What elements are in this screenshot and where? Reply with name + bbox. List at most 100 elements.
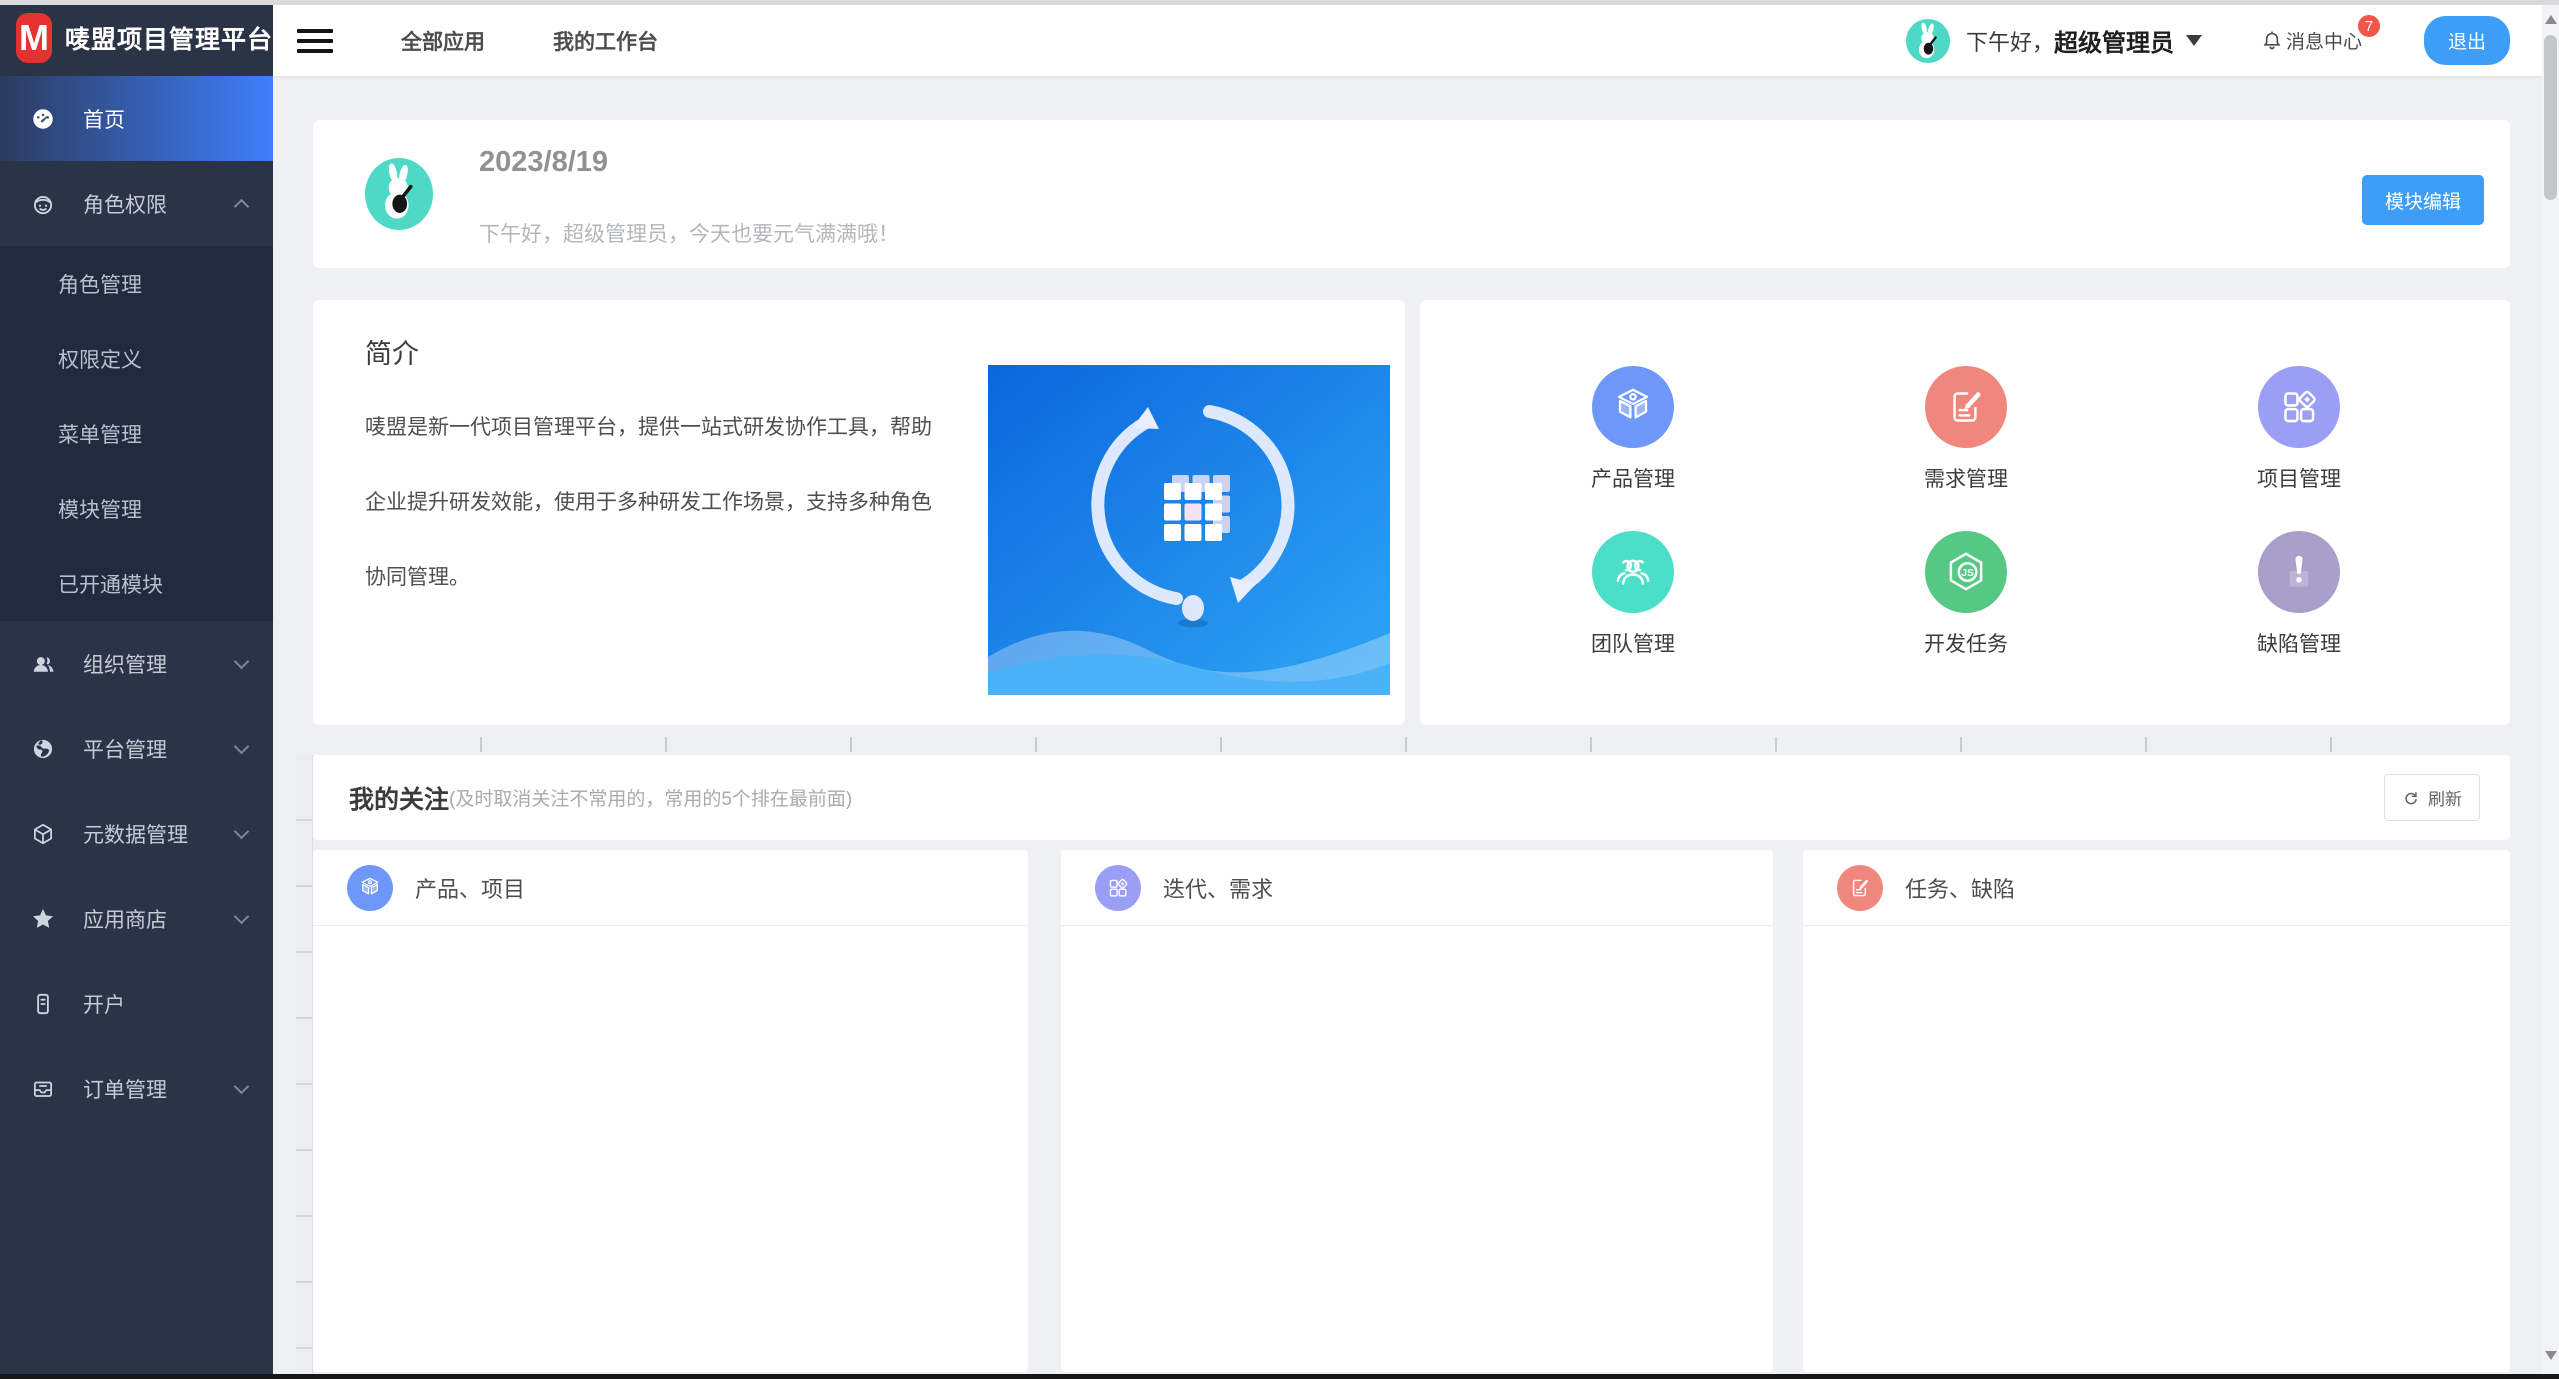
- logout-button[interactable]: 退出: [2424, 16, 2510, 65]
- sidebar-item-label: 首页: [83, 104, 247, 134]
- sidebar-item-label: 角色权限: [83, 189, 236, 219]
- svg-text:JS: JS: [1961, 568, 1974, 579]
- sidebar-item-label: 开户: [83, 989, 247, 1019]
- sidebar-item-role-permissions[interactable]: 角色权限: [0, 161, 273, 246]
- apps-card: 产品管理 需求管理: [1420, 300, 2510, 725]
- scrollbar-thumb[interactable]: [2544, 35, 2557, 200]
- chevron-down-icon: [234, 1078, 250, 1094]
- follow-card-iterations-requirements: 迭代、需求: [1061, 850, 1773, 1372]
- background-grid-strip: [296, 755, 313, 1374]
- logo-m-icon: M: [16, 13, 52, 63]
- module-edit-button[interactable]: 模块编辑: [2362, 175, 2484, 225]
- cube-icon: [356, 874, 384, 902]
- hamburger-menu-icon[interactable]: [297, 23, 333, 59]
- intro-paragraph: 唛盟是新一代项目管理平台，提供一站式研发协作工具，帮助企业提升研发效能，使用于多…: [365, 390, 937, 615]
- sidebar-item-open-account[interactable]: 开户: [0, 961, 273, 1046]
- message-count-badge: 7: [2356, 13, 2382, 39]
- bell-icon: [2260, 29, 2284, 53]
- follow-card-title: 迭代、需求: [1163, 872, 1273, 904]
- welcome-avatar: [365, 158, 433, 230]
- my-follow-title: 我的关注: [349, 780, 449, 816]
- sidebar-item-label: 应用商店: [83, 904, 236, 934]
- team-icon: [1608, 547, 1658, 597]
- message-center-button[interactable]: 消息中心 7: [2260, 27, 2362, 54]
- follow-card-products-projects: 产品、项目: [313, 850, 1028, 1372]
- tab-all-apps[interactable]: 全部应用: [401, 26, 485, 56]
- globe-icon: [30, 736, 56, 762]
- vertical-scrollbar[interactable]: [2542, 5, 2559, 1374]
- app-shortcut-team[interactable]: 团队管理: [1548, 531, 1718, 658]
- header-right-cluster: 下午好，超级管理员 消息中心 7 退出: [1906, 16, 2510, 65]
- sidebar-item-label: 订单管理: [83, 1074, 236, 1104]
- user-menu[interactable]: 下午好，超级管理员: [1966, 23, 2202, 58]
- chevron-up-icon: [234, 199, 250, 215]
- archive-icon: [30, 1076, 56, 1102]
- grid-icon: [2274, 382, 2324, 432]
- follow-card-title: 产品、项目: [415, 872, 525, 904]
- sidebar-subitem-module-management[interactable]: 模块管理: [0, 471, 273, 546]
- sidebar-item-orders[interactable]: 订单管理: [0, 1046, 273, 1131]
- scrollbar-down-arrow-icon[interactable]: [2545, 1351, 2557, 1360]
- background-grid-ticks: [313, 737, 2510, 752]
- sidebar: M 唛盟项目管理平台 首页: [0, 0, 273, 1379]
- star-icon: [30, 906, 56, 932]
- doc-edit-icon: [1846, 874, 1874, 902]
- sidebar-item-metadata[interactable]: 元数据管理: [0, 791, 273, 876]
- app-title: 唛盟项目管理平台: [65, 20, 273, 56]
- sidebar-subitem-permission-definition[interactable]: 权限定义: [0, 321, 273, 396]
- top-header: 全部应用 我的工作台 下午好，超级管理员: [273, 5, 2542, 76]
- robot-icon: [30, 191, 56, 217]
- users-icon: [30, 651, 56, 677]
- greeting-text: 下午好，: [1966, 25, 2054, 57]
- app-shortcut-dev-tasks[interactable]: JS 开发任务: [1881, 531, 2051, 658]
- cube-wireframe-icon: [30, 821, 56, 847]
- app-shortcut-defects[interactable]: 缺陷管理: [2214, 531, 2384, 658]
- app-logo[interactable]: M 唛盟项目管理平台: [0, 0, 273, 76]
- sidebar-item-home[interactable]: 首页: [0, 76, 273, 161]
- sidebar-item-organization[interactable]: 组织管理: [0, 621, 273, 706]
- follow-card-tasks-defects: 任务、缺陷: [1803, 850, 2510, 1372]
- app-shortcut-product[interactable]: 产品管理: [1548, 366, 1718, 493]
- welcome-message: 下午好，超级管理员，今天也要元气满满哦！: [479, 218, 899, 248]
- sidebar-subitem-role-management[interactable]: 角色管理: [0, 246, 273, 321]
- tab-my-workbench[interactable]: 我的工作台: [553, 26, 658, 56]
- my-follow-hint: (及时取消关注不常用的，常用的5个排在最前面): [449, 784, 852, 811]
- app-shortcut-project[interactable]: 项目管理: [2214, 366, 2384, 493]
- refresh-button[interactable]: 刷新: [2384, 774, 2480, 821]
- app-label: 团队管理: [1548, 628, 1718, 658]
- welcome-card: 2023/8/19 下午好，超级管理员，今天也要元气满满哦！ 模块编辑: [313, 120, 2510, 268]
- sidebar-item-app-store[interactable]: 应用商店: [0, 876, 273, 961]
- sidebar-item-platform[interactable]: 平台管理: [0, 706, 273, 791]
- chevron-down-icon: [234, 823, 250, 839]
- app-shortcut-requirements[interactable]: 需求管理: [1881, 366, 2051, 493]
- sidebar-item-label: 元数据管理: [83, 819, 236, 849]
- app-label: 开发任务: [1881, 628, 2051, 658]
- rabbit-avatar-icon: [365, 158, 433, 226]
- scrollbar-up-arrow-icon[interactable]: [2545, 15, 2557, 24]
- chevron-down-icon: [234, 908, 250, 924]
- cube-icon: [1608, 382, 1658, 432]
- follow-card-header: 任务、缺陷: [1803, 850, 2510, 926]
- role-permissions-submenu: 角色管理 权限定义 菜单管理 模块管理 已开通模块: [0, 246, 273, 621]
- app-label: 项目管理: [2214, 463, 2384, 493]
- app-label: 产品管理: [1548, 463, 1718, 493]
- js-hexagon-icon: JS: [1941, 547, 1991, 597]
- sidebar-subitem-menu-management[interactable]: 菜单管理: [0, 396, 273, 471]
- message-center-label: 消息中心: [2286, 27, 2362, 54]
- window-top-border: [0, 0, 2559, 5]
- rabbit-avatar-icon: [1906, 19, 1950, 63]
- username: 超级管理员: [2054, 23, 2174, 58]
- exclamation-icon: [2274, 547, 2324, 597]
- app-window: 全部应用 我的工作台 下午好，超级管理员: [0, 0, 2559, 1379]
- gauge-icon: [30, 106, 56, 132]
- sidebar-subitem-opened-modules[interactable]: 已开通模块: [0, 546, 273, 621]
- sidebar-item-label: 平台管理: [83, 734, 236, 764]
- refresh-icon: [2402, 789, 2420, 807]
- user-avatar[interactable]: [1906, 19, 1950, 63]
- chevron-down-icon: [234, 653, 250, 669]
- follow-card-header: 产品、项目: [313, 850, 1028, 926]
- follow-card-header: 迭代、需求: [1061, 850, 1773, 926]
- follow-card-title: 任务、缺陷: [1905, 872, 2015, 904]
- app-label: 缺陷管理: [2214, 628, 2384, 658]
- server-icon: [30, 991, 56, 1017]
